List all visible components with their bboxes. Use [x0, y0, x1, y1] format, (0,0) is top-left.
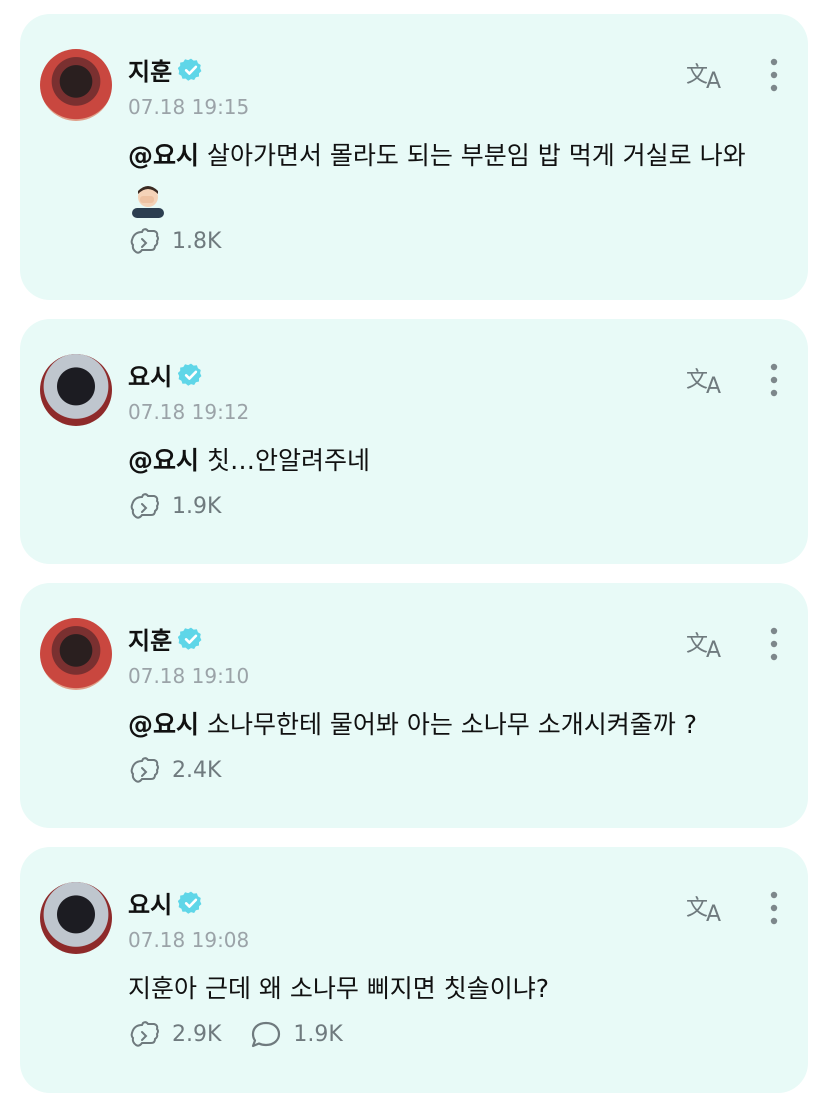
author-name[interactable]: 요시	[128, 357, 204, 392]
avatar[interactable]	[40, 618, 112, 690]
svg-text:文: 文	[686, 632, 708, 657]
svg-text:文: 文	[686, 63, 708, 88]
post-body: @요시 칫…안알려주네	[128, 439, 768, 483]
like-button[interactable]: 2.4K	[128, 755, 221, 785]
post-body: 지훈아 근데 왜 소나무 삐지면 칫솔이냐?	[128, 967, 768, 1011]
author-name[interactable]: 요시	[128, 885, 204, 920]
mention-link[interactable]: @요시	[128, 141, 199, 170]
post-stats: 1.9K	[128, 491, 233, 521]
like-button[interactable]: 2.9K	[128, 1019, 221, 1049]
like-icon	[130, 493, 159, 519]
post-body: @요시 소나무한테 물어봐 아는 소나무 소개시켜줄까 ?	[128, 703, 768, 747]
post-text: 살아가면서 몰라도 되는 부분임 밥 먹게 거실로 나와	[199, 141, 746, 170]
verified-badge-icon	[178, 891, 202, 914]
post-timestamp: 07.18 19:12	[128, 400, 250, 424]
post-text: 칫…안알려주네	[199, 446, 370, 475]
svg-text:A: A	[706, 69, 721, 92]
author-name[interactable]: 지훈	[128, 621, 204, 656]
like-count: 2.4K	[172, 757, 222, 783]
post-text: 소나무한테 물어봐 아는 소나무 소개시켜줄까 ?	[199, 710, 697, 739]
post-card[interactable]: 지훈 07.18 19:10 文A @요시 소나무한테 물어봐 아는 소나무 소…	[20, 583, 808, 828]
svg-text:A: A	[706, 374, 721, 397]
like-icon	[130, 1021, 159, 1047]
like-count: 1.9K	[172, 493, 222, 519]
author-name[interactable]: 지훈	[128, 52, 204, 87]
comment-button[interactable]: 1.9K	[249, 1019, 343, 1049]
post-card[interactable]: 요시 07.18 19:12 文A @요시 칫…안알려주네 1.9K	[20, 319, 808, 564]
person-facepalming-emoji	[132, 186, 164, 218]
verified-badge-icon	[178, 58, 202, 81]
svg-text:A: A	[706, 638, 721, 661]
comment-icon	[252, 1021, 281, 1048]
like-button[interactable]: 1.9K	[128, 491, 221, 521]
mention-link[interactable]: @요시	[128, 446, 199, 475]
like-count: 1.8K	[172, 228, 222, 254]
avatar[interactable]	[40, 49, 112, 121]
svg-text:文: 文	[686, 368, 708, 393]
post-stats: 1.8K	[128, 226, 233, 256]
avatar[interactable]	[40, 354, 112, 426]
translate-icon[interactable]: 文A	[686, 361, 728, 397]
translate-icon[interactable]: 文A	[686, 889, 728, 925]
post-body: @요시 살아가면서 몰라도 되는 부분임 밥 먹게 거실로 나와	[128, 134, 768, 222]
author-label: 요시	[128, 363, 173, 391]
author-label: 지훈	[128, 58, 173, 86]
post-text: 지훈아 근데 왜 소나무 삐지면 칫솔이냐?	[128, 974, 550, 1003]
verified-badge-icon	[178, 627, 202, 650]
post-stats: 2.4K	[128, 755, 233, 785]
svg-text:文: 文	[686, 896, 708, 921]
translate-icon[interactable]: 文A	[686, 56, 728, 92]
post-timestamp: 07.18 19:10	[128, 664, 250, 688]
mention-link[interactable]: @요시	[128, 710, 199, 739]
verified-badge-icon	[178, 363, 202, 386]
translate-icon[interactable]: 文A	[686, 625, 728, 661]
more-options-icon[interactable]	[770, 363, 778, 397]
comment-count: 1.9K	[293, 1021, 343, 1047]
like-icon	[130, 228, 159, 254]
like-button[interactable]: 1.8K	[128, 226, 221, 256]
like-count: 2.9K	[172, 1021, 222, 1047]
like-icon	[130, 757, 159, 783]
avatar[interactable]	[40, 882, 112, 954]
post-card[interactable]: 지훈 07.18 19:15 文A @요시 살아가면서 몰라도 되는 부분임 밥…	[20, 14, 808, 300]
more-options-icon[interactable]	[770, 891, 778, 925]
author-label: 요시	[128, 891, 173, 919]
svg-text:A: A	[706, 902, 721, 925]
post-card[interactable]: 요시 07.18 19:08 文A 지훈아 근데 왜 소나무 삐지면 칫솔이냐?…	[20, 847, 808, 1093]
more-options-icon[interactable]	[770, 58, 778, 92]
more-options-icon[interactable]	[770, 627, 778, 661]
post-timestamp: 07.18 19:08	[128, 928, 250, 952]
author-label: 지훈	[128, 627, 173, 655]
post-stats: 2.9K 1.9K	[128, 1019, 355, 1049]
post-timestamp: 07.18 19:15	[128, 95, 250, 119]
